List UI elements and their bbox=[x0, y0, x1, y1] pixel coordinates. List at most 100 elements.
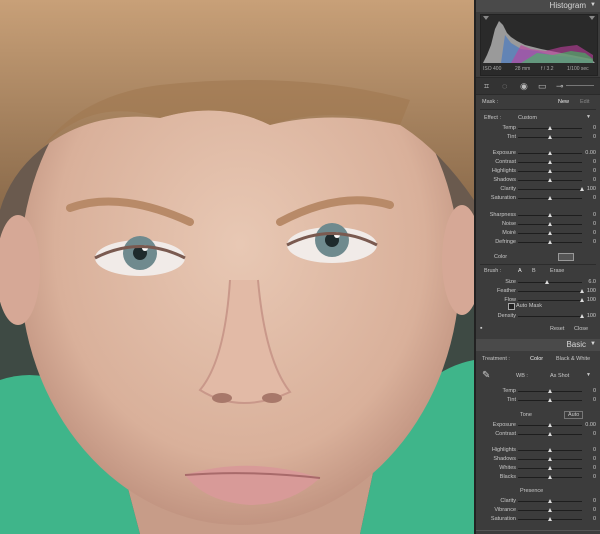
density-knob[interactable] bbox=[580, 314, 584, 318]
treatment-color-button[interactable]: Color bbox=[530, 356, 543, 362]
presence-knob-vibrance[interactable] bbox=[548, 508, 552, 512]
tone-knob-blacks[interactable] bbox=[548, 475, 552, 479]
wb-slider-tint[interactable]: Tint 0 bbox=[476, 397, 600, 405]
effect-slider-sharpness[interactable]: Sharpness 0 bbox=[476, 212, 600, 220]
effect-knob-saturation[interactable] bbox=[548, 196, 552, 200]
collapse-triangle-icon[interactable]: ▼ bbox=[590, 2, 596, 8]
slider-density[interactable]: Density 100 bbox=[476, 313, 600, 321]
effect-slider-exposure[interactable]: Exposure 0.00 bbox=[476, 150, 600, 158]
effect-slider-moir-[interactable]: Moiré 0 bbox=[476, 230, 600, 238]
brush-slider-size[interactable]: Size 6.0 bbox=[476, 279, 600, 287]
presence-slider-saturation[interactable]: Saturation 0 bbox=[476, 516, 600, 524]
tone-slider-exposure[interactable]: Exposure 0.00 bbox=[476, 422, 600, 430]
histogram-header[interactable]: Histogram ▼ bbox=[476, 0, 600, 12]
wb-slider-temp[interactable]: Temp 0 bbox=[476, 388, 600, 396]
tone-track-highlights[interactable] bbox=[518, 448, 582, 452]
tone-track-blacks[interactable] bbox=[518, 475, 582, 479]
wb-dropdown-icon[interactable]: ▼ bbox=[586, 372, 591, 378]
brush-knob-feather[interactable] bbox=[580, 289, 584, 293]
tone-track-shadows[interactable] bbox=[518, 457, 582, 461]
presence-track-clarity[interactable] bbox=[518, 499, 582, 503]
effect-track-contrast[interactable] bbox=[518, 160, 582, 164]
effect-slider-noise[interactable]: Noise 0 bbox=[476, 221, 600, 229]
wb-knob-tint[interactable] bbox=[548, 398, 552, 402]
effect-track-noise[interactable] bbox=[518, 222, 582, 226]
graduated-filter-icon[interactable]: ▭ bbox=[538, 81, 547, 92]
effect-knob-defringe[interactable] bbox=[548, 240, 552, 244]
auto-mask-checkbox[interactable] bbox=[508, 303, 515, 310]
wb-select[interactable]: As Shot bbox=[550, 373, 569, 379]
effect-track-sharpness[interactable] bbox=[518, 213, 582, 217]
brush-track-size[interactable] bbox=[518, 280, 582, 284]
close-button[interactable]: Close bbox=[574, 326, 588, 332]
tone-track-whites[interactable] bbox=[518, 466, 582, 470]
histogram-graph[interactable]: ISO 400 28 mm f / 3.2 1/100 sec bbox=[480, 14, 598, 76]
red-eye-icon[interactable]: ◉ bbox=[520, 81, 528, 92]
brush-knob-size[interactable] bbox=[544, 280, 549, 284]
tone-slider-highlights[interactable]: Highlights 0 bbox=[476, 447, 600, 455]
presence-knob-saturation[interactable] bbox=[548, 517, 552, 521]
brush-track-feather[interactable] bbox=[518, 289, 584, 293]
effect-track-defringe[interactable] bbox=[518, 240, 582, 244]
tone-track-contrast[interactable] bbox=[518, 432, 582, 436]
mask-edit-button[interactable]: Edit bbox=[580, 99, 589, 105]
effect-knob-exposure[interactable] bbox=[548, 151, 552, 155]
effect-disclosure-icon[interactable]: ▼ bbox=[586, 114, 591, 120]
reset-button[interactable]: Reset bbox=[550, 326, 564, 332]
effect-knob-tint[interactable] bbox=[548, 135, 552, 139]
photo-canvas[interactable] bbox=[0, 0, 474, 534]
effect-track-saturation[interactable] bbox=[518, 196, 582, 200]
color-swatch[interactable] bbox=[558, 253, 574, 261]
effect-slider-temp[interactable]: Temp 0 bbox=[476, 125, 600, 133]
wb-track-temp[interactable] bbox=[518, 389, 582, 393]
tone-knob-contrast[interactable] bbox=[548, 432, 552, 436]
brush-erase-button[interactable]: Erase bbox=[550, 268, 564, 274]
effect-knob-contrast[interactable] bbox=[548, 160, 552, 164]
tone-knob-exposure[interactable] bbox=[548, 423, 552, 427]
effect-slider-saturation[interactable]: Saturation 0 bbox=[476, 195, 600, 203]
tone-slider-shadows[interactable]: Shadows 0 bbox=[476, 456, 600, 464]
effect-track-exposure[interactable] bbox=[518, 151, 582, 155]
effect-slider-shadows[interactable]: Shadows 0 bbox=[476, 177, 600, 185]
tone-slider-contrast[interactable]: Contrast 0 bbox=[476, 431, 600, 439]
wb-track-tint[interactable] bbox=[518, 398, 582, 402]
effect-preset-select[interactable]: Custom bbox=[518, 115, 537, 121]
brush-a-button[interactable]: A bbox=[518, 268, 522, 274]
tone-slider-blacks[interactable]: Blacks 0 bbox=[476, 474, 600, 482]
effect-slider-defringe[interactable]: Defringe 0 bbox=[476, 239, 600, 247]
effect-knob-clarity[interactable] bbox=[580, 187, 584, 191]
tone-knob-shadows[interactable] bbox=[548, 457, 552, 461]
brush-knob-flow[interactable] bbox=[580, 298, 584, 302]
brush-track-flow[interactable] bbox=[518, 298, 584, 302]
spot-removal-icon[interactable]: ◌ bbox=[502, 81, 507, 91]
mask-new-button[interactable]: New bbox=[558, 99, 569, 105]
tone-knob-highlights[interactable] bbox=[548, 448, 552, 452]
effect-knob-moir-[interactable] bbox=[548, 231, 552, 235]
effect-slider-tint[interactable]: Tint 0 bbox=[476, 134, 600, 142]
crop-overlay-icon[interactable]: ⌗ bbox=[484, 81, 489, 92]
tone-slider-whites[interactable]: Whites 0 bbox=[476, 465, 600, 473]
effect-track-temp[interactable] bbox=[518, 126, 582, 130]
white-balance-eyedropper-icon[interactable]: ✎ bbox=[482, 370, 490, 381]
effect-knob-highlights[interactable] bbox=[548, 169, 552, 173]
wb-knob-temp[interactable] bbox=[548, 389, 552, 393]
effect-knob-shadows[interactable] bbox=[548, 178, 552, 182]
presence-slider-vibrance[interactable]: Vibrance 0 bbox=[476, 507, 600, 515]
tone-knob-whites[interactable] bbox=[548, 466, 552, 470]
presence-track-vibrance[interactable] bbox=[518, 508, 582, 512]
effect-track-moir-[interactable] bbox=[518, 231, 582, 235]
presence-slider-clarity[interactable]: Clarity 0 bbox=[476, 498, 600, 506]
treatment-bw-button[interactable]: Black & White bbox=[556, 356, 590, 362]
effect-track-clarity[interactable] bbox=[518, 187, 584, 191]
auto-tone-button[interactable]: Auto bbox=[564, 411, 584, 419]
effect-track-highlights[interactable] bbox=[518, 169, 582, 173]
effect-slider-clarity[interactable]: Clarity 100 bbox=[476, 186, 600, 194]
brush-b-button[interactable]: B bbox=[532, 268, 536, 274]
presence-knob-clarity[interactable] bbox=[548, 499, 552, 503]
effect-track-shadows[interactable] bbox=[518, 178, 582, 182]
basic-header[interactable]: Basic ▼ bbox=[476, 339, 600, 351]
tone-track-exposure[interactable] bbox=[518, 423, 582, 427]
effect-track-tint[interactable] bbox=[518, 135, 582, 139]
presence-track-saturation[interactable] bbox=[518, 517, 582, 521]
basic-collapse-icon[interactable]: ▼ bbox=[590, 341, 596, 347]
